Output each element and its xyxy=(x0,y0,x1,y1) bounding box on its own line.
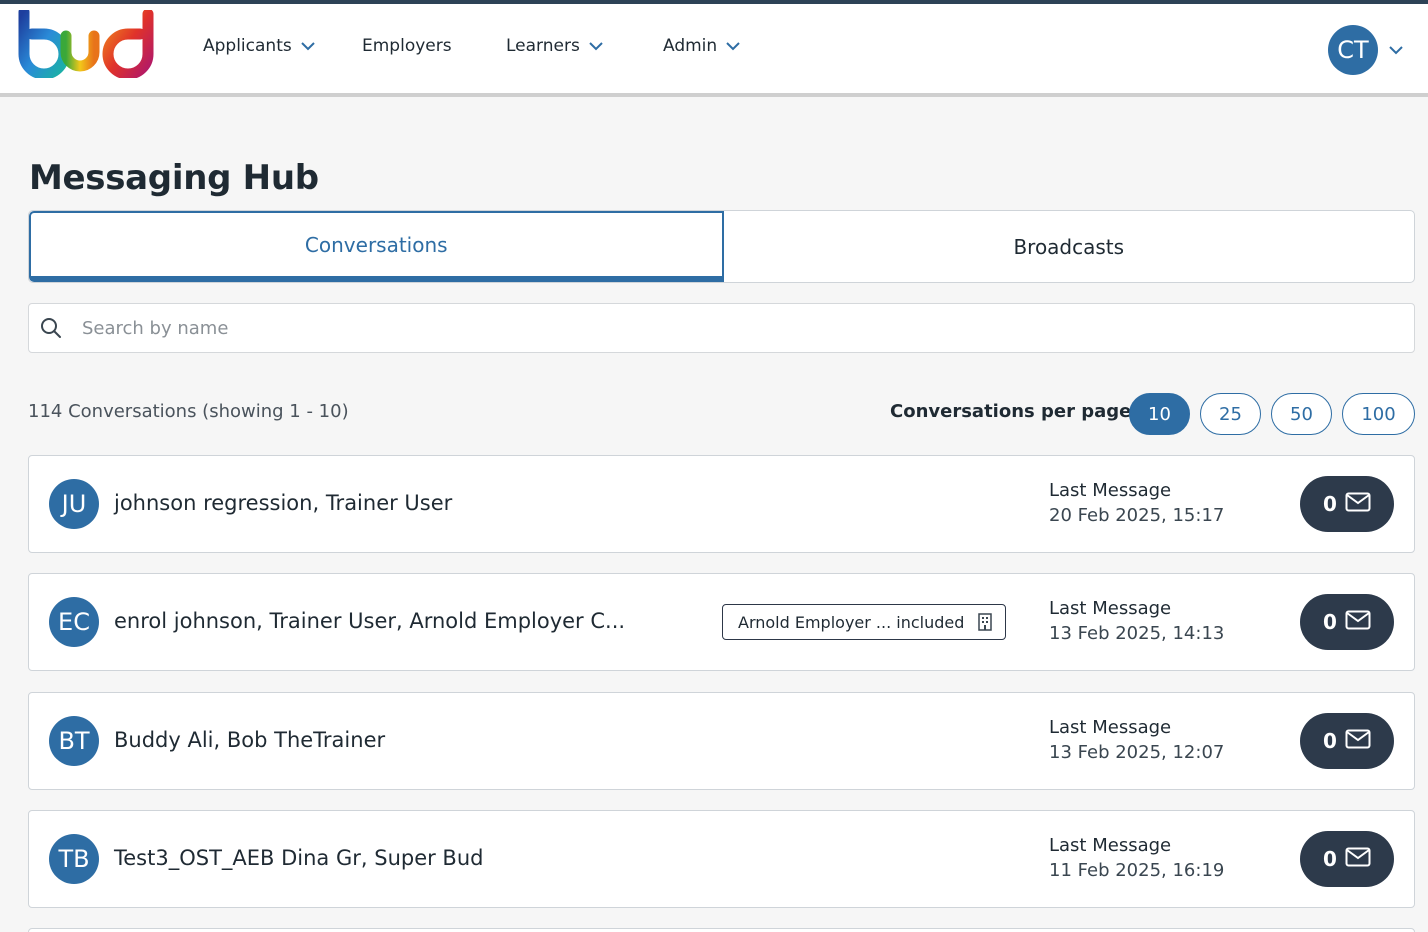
per-page-25-button[interactable]: 25 xyxy=(1200,393,1261,435)
nav-admin-label: Admin xyxy=(663,36,718,56)
conversation-count: 114 Conversations (showing 1 - 10) xyxy=(28,401,349,422)
per-page-50-button[interactable]: 50 xyxy=(1271,393,1332,435)
message-count-button[interactable]: 0 xyxy=(1300,713,1394,769)
unread-count: 0 xyxy=(1323,492,1337,516)
last-message-date: 13 Feb 2025, 14:13 xyxy=(1049,623,1225,644)
unread-count: 0 xyxy=(1323,729,1337,753)
nav-learners-label: Learners xyxy=(506,36,580,56)
nav-applicants[interactable]: Applicants xyxy=(203,34,316,58)
user-avatar[interactable]: CT xyxy=(1328,25,1378,75)
last-message-label: Last Message xyxy=(1049,835,1172,856)
message-count-button[interactable]: 0 xyxy=(1300,594,1394,650)
conversation-avatar: EC xyxy=(49,597,99,647)
message-count-button[interactable]: 0 xyxy=(1300,831,1394,887)
last-message-date: 20 Feb 2025, 15:17 xyxy=(1049,505,1225,526)
conversation-avatar: BT xyxy=(49,716,99,766)
nav-applicants-label: Applicants xyxy=(203,36,292,56)
navbar-divider xyxy=(0,93,1428,97)
conversation-name: Test3_OST_AEB Dina Gr, Super Bud xyxy=(114,846,484,870)
envelope-icon xyxy=(1345,847,1371,867)
search-icon xyxy=(41,318,61,338)
envelope-icon xyxy=(1345,729,1371,749)
conversation-row[interactable]: TB Test3_OST_AEB Dina Gr, Super Bud Last… xyxy=(28,810,1415,908)
chevron-down-icon xyxy=(301,42,315,51)
per-page-100-button[interactable]: 100 xyxy=(1342,393,1415,435)
chevron-down-icon xyxy=(726,42,740,51)
tab-conversations[interactable]: Conversations xyxy=(29,211,724,282)
last-message-label: Last Message xyxy=(1049,717,1172,738)
conversation-row[interactable]: EC enrol johnson, Trainer User, Arnold E… xyxy=(28,573,1415,671)
nav-admin[interactable]: Admin xyxy=(663,34,741,58)
search-bar xyxy=(28,303,1415,353)
per-page-label: Conversations per page xyxy=(890,401,1132,422)
message-count-button[interactable]: 0 xyxy=(1300,476,1394,532)
bud-logo[interactable] xyxy=(16,10,156,78)
chevron-down-icon xyxy=(589,42,603,51)
per-page-10-button[interactable]: 10 xyxy=(1129,393,1190,435)
conversation-row[interactable]: BT Buddy Ali, Bob TheTrainer Last Messag… xyxy=(28,692,1415,790)
tab-broadcasts[interactable]: Broadcasts xyxy=(724,211,1415,282)
conversation-name: johnson regression, Trainer User xyxy=(114,491,453,515)
building-icon xyxy=(978,613,993,631)
employer-included-badge: Arnold Employer ... included xyxy=(722,604,1006,640)
nav-employers[interactable]: Employers xyxy=(362,34,452,58)
employer-badge-label: Arnold Employer ... included xyxy=(738,612,965,632)
last-message-date: 13 Feb 2025, 12:07 xyxy=(1049,742,1225,763)
conversation-row[interactable]: JU johnson regression, Trainer User Last… xyxy=(28,455,1415,553)
conversation-avatar: JU xyxy=(49,479,99,529)
last-message-label: Last Message xyxy=(1049,480,1172,501)
messaging-tabs: Conversations Broadcasts xyxy=(28,210,1415,283)
page-title: Messaging Hub xyxy=(29,158,319,198)
nav-learners[interactable]: Learners xyxy=(506,34,604,58)
conversation-name: enrol johnson, Trainer User, Arnold Empl… xyxy=(114,609,626,633)
conversation-name: Buddy Ali, Bob TheTrainer xyxy=(114,728,386,752)
search-input[interactable] xyxy=(82,317,1282,339)
unread-count: 0 xyxy=(1323,847,1337,871)
top-navbar: Applicants Employers Learners Admin CT xyxy=(0,4,1428,93)
last-message-date: 11 Feb 2025, 16:19 xyxy=(1049,860,1225,881)
envelope-icon xyxy=(1345,492,1371,512)
last-message-label: Last Message xyxy=(1049,598,1172,619)
user-menu-chevron-icon[interactable] xyxy=(1387,41,1405,59)
envelope-icon xyxy=(1345,610,1371,630)
unread-count: 0 xyxy=(1323,610,1337,634)
conversation-row[interactable] xyxy=(28,928,1415,932)
conversation-avatar: TB xyxy=(49,834,99,884)
nav-employers-label: Employers xyxy=(362,36,452,56)
